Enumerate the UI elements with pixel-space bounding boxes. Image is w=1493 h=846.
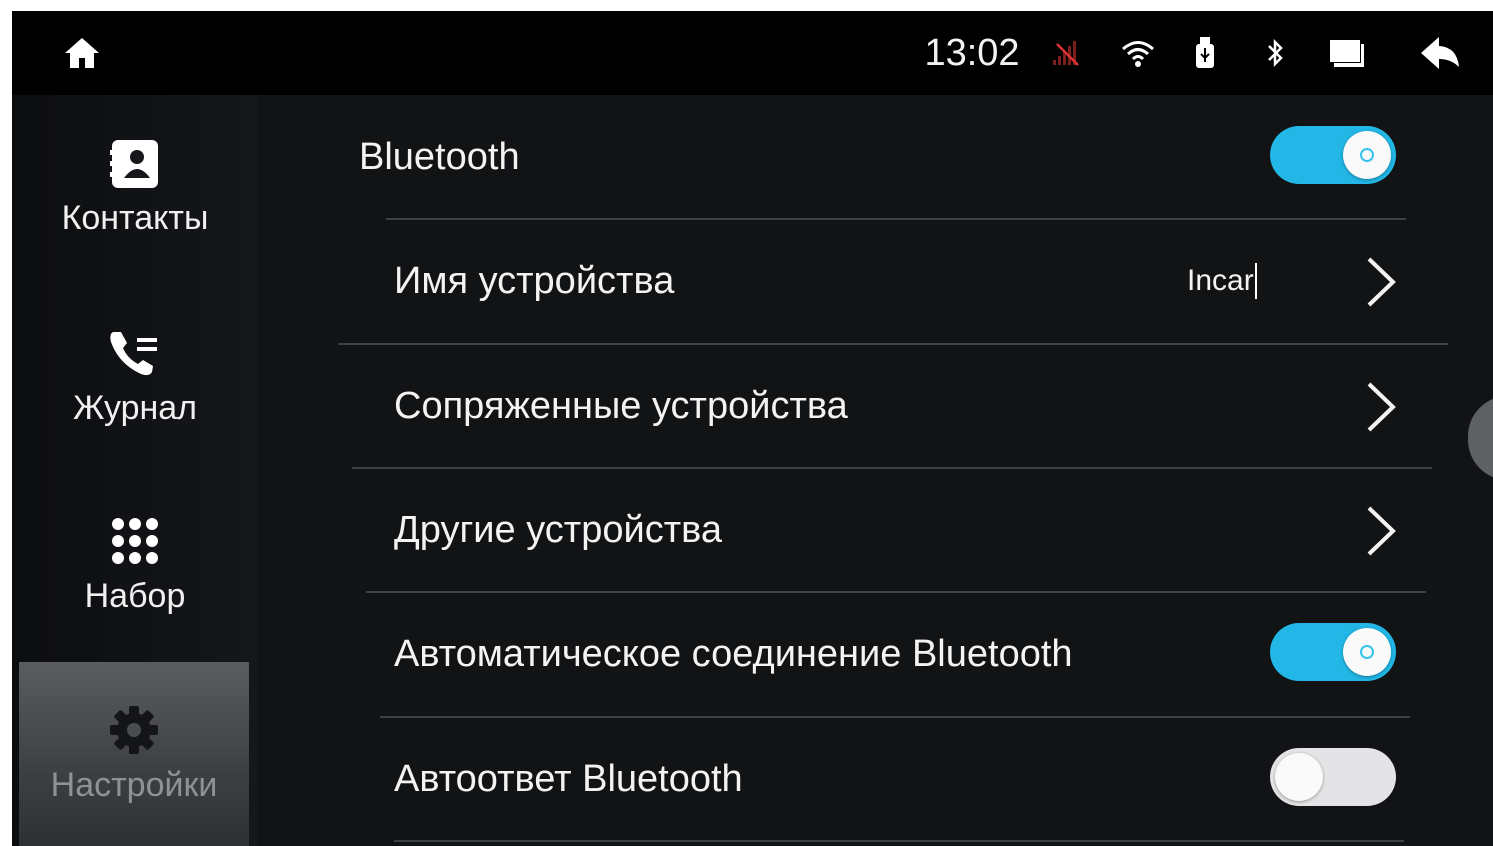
home-icon[interactable] <box>52 11 112 95</box>
device-name-label: Имя устройства <box>394 259 675 302</box>
auto-answer-toggle[interactable] <box>1270 748 1396 806</box>
bluetooth-toggle[interactable] <box>1270 126 1396 184</box>
auto-answer-row[interactable]: Автоответ Bluetooth <box>258 717 1493 841</box>
other-devices-row[interactable]: Другие устройства <box>258 468 1493 592</box>
divider <box>394 840 1404 842</box>
toggle-knob <box>1275 753 1323 801</box>
sidebar-item-settings[interactable]: Настройки <box>19 662 249 846</box>
usb-icon <box>1188 11 1222 95</box>
auto-connect-label: Автоматическое соединение Bluetooth <box>394 632 1073 675</box>
contacts-icon <box>110 133 160 193</box>
sidebar-item-contacts[interactable]: Контакты <box>12 95 258 283</box>
bluetooth-settings-list: Bluetooth Имя устройства Incar Сопряженн… <box>258 95 1493 846</box>
call-log-icon <box>107 323 163 383</box>
auto-connect-row[interactable]: Автоматическое соединение Bluetooth <box>258 592 1493 716</box>
device-name-row[interactable]: Имя устройства Incar <box>258 219 1493 343</box>
chevron-right-icon <box>1367 506 1396 556</box>
clock: 13:02 <box>924 31 1020 74</box>
paired-devices-row[interactable]: Сопряженные устройства <box>258 344 1493 468</box>
sidebar-item-dialpad[interactable]: Набор <box>12 473 258 661</box>
sidebar-item-label: Набор <box>84 577 186 615</box>
paired-devices-label: Сопряженные устройства <box>394 384 848 427</box>
gear-icon <box>108 700 160 760</box>
other-devices-label: Другие устройства <box>394 508 722 551</box>
sidebar-item-call-log[interactable]: Журнал <box>12 285 258 473</box>
auto-answer-label: Автоответ Bluetooth <box>394 757 743 800</box>
text-cursor <box>1254 263 1257 299</box>
chevron-right-icon <box>1367 257 1396 307</box>
bluetooth-label: Bluetooth <box>359 135 520 178</box>
status-bar: 13:02 <box>12 11 1493 95</box>
no-signal-icon <box>1046 11 1086 95</box>
chevron-right-icon <box>1367 382 1396 432</box>
screen-icon[interactable] <box>1322 11 1372 95</box>
wifi-icon <box>1116 11 1160 95</box>
device-name-value: Incar <box>1187 219 1257 343</box>
bluetooth-icon <box>1258 11 1292 95</box>
sidebar-item-label: Журнал <box>72 389 198 427</box>
back-icon[interactable] <box>1412 11 1468 95</box>
auto-connect-toggle[interactable] <box>1270 623 1396 681</box>
toggle-knob <box>1343 131 1391 179</box>
bluetooth-row[interactable]: Bluetooth <box>258 95 1493 219</box>
toggle-knob <box>1343 628 1391 676</box>
sidebar: Контакты Журнал Набор Настройки <box>12 95 258 846</box>
sidebar-item-label: Настройки <box>50 766 218 804</box>
sidebar-item-label: Контакты <box>61 199 209 237</box>
dialpad-icon <box>109 511 161 571</box>
screen: 13:02 Контакты Журнал Набор Настройки Bl… <box>12 11 1493 846</box>
